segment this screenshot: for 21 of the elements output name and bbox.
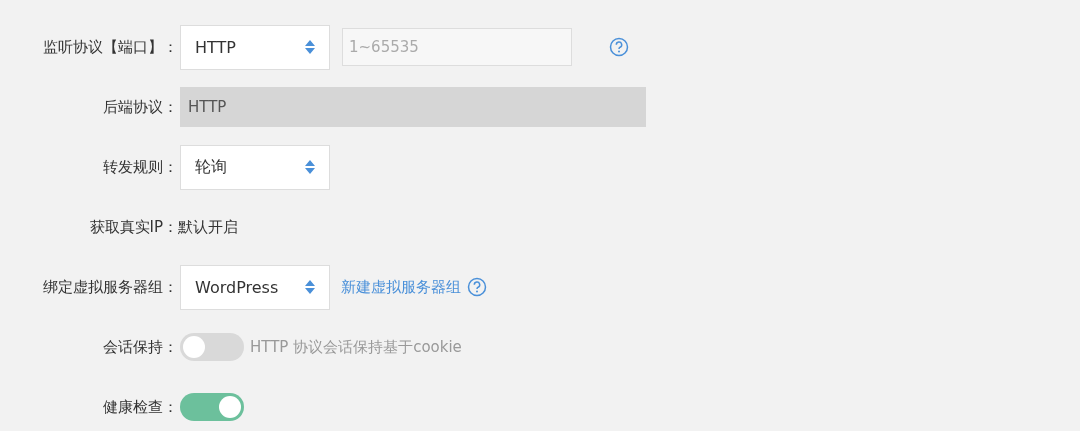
select-dropdown[interactable]: 轮询	[180, 144, 330, 190]
field-label: 转发规则：	[102, 157, 178, 177]
sort-arrows-icon	[305, 160, 315, 174]
toggle-switch[interactable]	[180, 393, 244, 421]
field-label: 会话保持：	[102, 337, 178, 357]
sort-arrows-icon	[305, 280, 315, 294]
help-icon[interactable]	[609, 37, 629, 57]
field-label: 绑定虚拟服务器组：	[42, 277, 178, 297]
select-dropdown[interactable]: HTTP	[180, 24, 330, 70]
field-value: 默认开启	[178, 217, 238, 237]
field-label: 获取真实IP：	[88, 217, 178, 237]
sort-arrows-icon	[305, 40, 315, 54]
hint-text: HTTP 协议会话保持基于cookie	[250, 337, 462, 357]
field-label: 后端协议：	[102, 97, 178, 117]
readonly-field: HTTP	[180, 87, 646, 127]
help-icon[interactable]	[467, 277, 487, 297]
field-label: 健康检查：	[102, 397, 178, 417]
select-dropdown[interactable]: WordPress	[180, 264, 330, 310]
field-label: 监听协议【端口】：	[42, 37, 178, 57]
port-input-field[interactable]: 1~65535	[342, 28, 572, 66]
toggle-switch[interactable]	[180, 333, 244, 361]
